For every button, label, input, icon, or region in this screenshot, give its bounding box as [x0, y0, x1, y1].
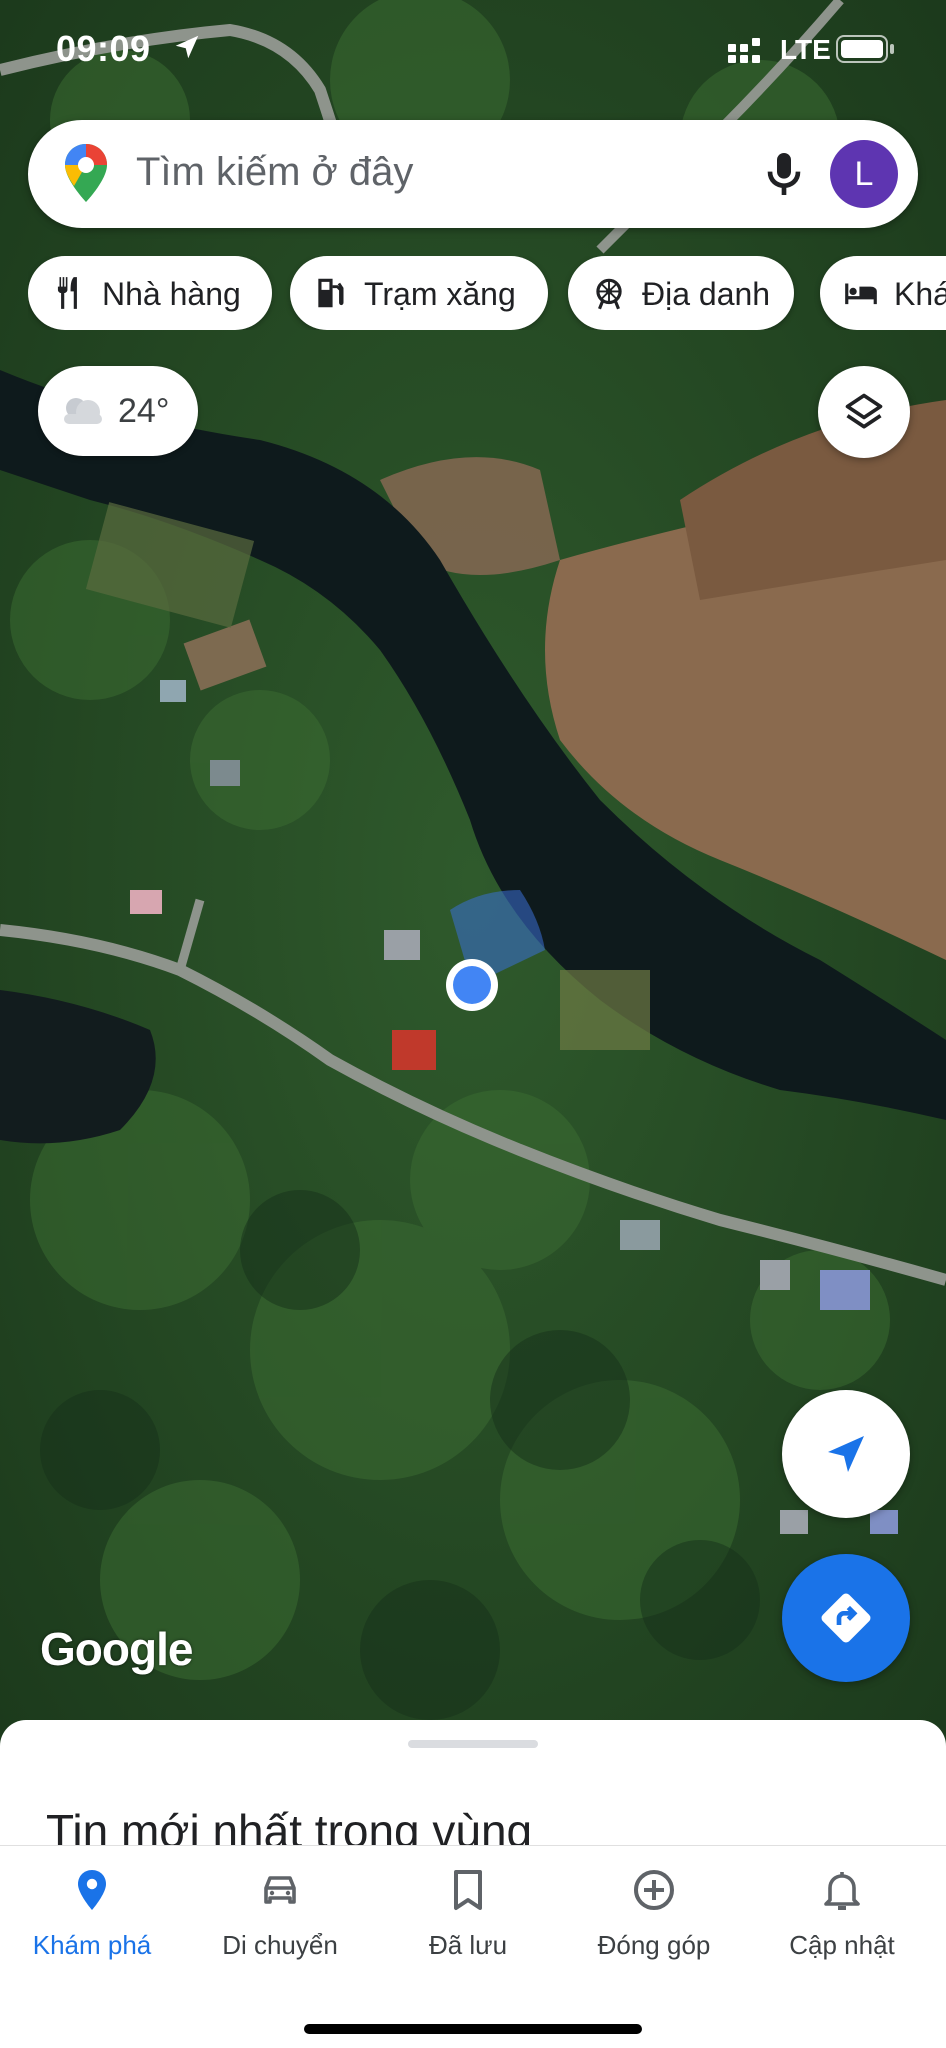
account-avatar[interactable]: L: [830, 140, 898, 208]
battery-icon: [836, 35, 894, 63]
restaurant-icon: [57, 277, 77, 309]
search-input[interactable]: Tìm kiếm ở đây: [136, 150, 413, 195]
bottom-sheet[interactable]: Tin mới nhất trong vùng: [0, 1720, 946, 1845]
my-location-button[interactable]: [782, 1390, 910, 1518]
signal-strength-icon: [728, 38, 760, 63]
nav-label: Cập nhật: [789, 1930, 895, 1960]
layers-icon: [845, 393, 883, 429]
category-chips: Nhà hàng Trạm xăng Địa danh Khá: [28, 256, 946, 330]
google-maps-logo-icon: [65, 144, 107, 202]
nav-label: Đã lưu: [428, 1930, 508, 1960]
chip-label: Khá: [894, 276, 946, 312]
nav-saved[interactable]: Đã lưu: [378, 1866, 558, 1976]
network-type: LTE: [780, 34, 831, 65]
directions-button[interactable]: [782, 1554, 910, 1682]
directions-icon: [821, 1593, 871, 1643]
landmark-icon: [596, 278, 622, 310]
explore-pin-icon: [78, 1870, 106, 1910]
microphone-icon[interactable]: [756, 146, 812, 202]
nav-updates[interactable]: Cập nhật: [752, 1866, 932, 1976]
map-layers-button[interactable]: [818, 366, 910, 458]
gas-station-icon: [318, 278, 344, 308]
google-attribution: Google: [40, 1623, 193, 1675]
chip-restaurants[interactable]: Nhà hàng: [28, 256, 272, 330]
cloud-icon: [64, 398, 102, 424]
weather-badge[interactable]: 24°: [38, 366, 198, 456]
chip-label: Trạm xăng: [364, 276, 516, 312]
status-time: 09:09: [56, 28, 151, 69]
chip-gas-stations[interactable]: Trạm xăng: [290, 256, 548, 330]
bottom-navigation: Khám phá Di chuyển Đã lưu Đóng góp Cập n…: [0, 1845, 946, 2048]
status-bar: 09:09 LTE: [0, 0, 946, 100]
bookmark-icon: [454, 1870, 482, 1910]
search-bar[interactable]: Tìm kiếm ở đây L: [28, 120, 918, 228]
add-circle-icon: [634, 1870, 674, 1910]
nav-label: Di chuyển: [222, 1930, 338, 1960]
nav-commute[interactable]: Di chuyển: [190, 1866, 370, 1976]
nav-label: Đóng góp: [597, 1930, 711, 1960]
location-services-icon: [175, 35, 199, 59]
chip-label: Địa danh: [642, 276, 771, 312]
chip-hotels[interactable]: Khá: [820, 256, 946, 330]
nav-explore[interactable]: Khám phá: [2, 1866, 182, 1976]
chip-label: Nhà hàng: [102, 276, 241, 312]
home-indicator[interactable]: [304, 2024, 642, 2034]
nav-contribute[interactable]: Đóng góp: [564, 1866, 744, 1976]
nav-label: Khám phá: [32, 1930, 152, 1960]
car-icon: [264, 1876, 296, 1904]
hotel-icon: [845, 283, 877, 305]
navigation-arrow-icon: [828, 1436, 864, 1472]
temperature: 24°: [118, 392, 170, 430]
bell-icon: [824, 1872, 860, 1910]
sheet-drag-handle[interactable]: [408, 1740, 538, 1748]
sheet-title: Tin mới nhất trong vùng: [46, 1805, 533, 1845]
chip-landmarks[interactable]: Địa danh: [568, 256, 794, 330]
